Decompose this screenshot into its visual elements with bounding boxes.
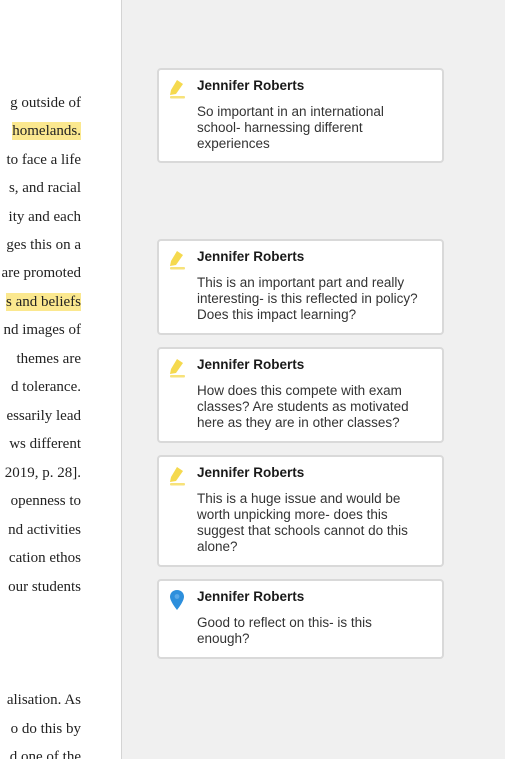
document-page: g outside of homelands. to face a life s… — [0, 0, 121, 759]
comment-card[interactable]: Jennifer Roberts This is an important pa… — [157, 239, 444, 335]
comment-card[interactable]: Jennifer Roberts So important in an inte… — [157, 68, 444, 163]
pencil-highlight-icon — [168, 357, 188, 379]
document-text-line: nd images of — [3, 322, 81, 338]
document-text-line: g outside of — [10, 95, 81, 111]
document-text-line: alisation. As — [6, 692, 81, 708]
map-pin-icon — [168, 589, 188, 611]
pencil-highlight-icon — [168, 249, 188, 271]
comment-card[interactable]: Jennifer Roberts Good to reflect on this… — [157, 579, 444, 659]
document-text-line: 2019, p. 28]. — [4, 465, 81, 481]
document-text-line: openness to — [10, 493, 81, 509]
document-text-line: cation ethos — [8, 550, 81, 566]
document-highlighted-text[interactable]: s and beliefs — [6, 293, 81, 311]
document-text-line: ws different — [9, 436, 81, 452]
comment-author: Jennifer Roberts — [197, 249, 305, 264]
comment-author: Jennifer Roberts — [197, 78, 305, 93]
comments-pane: Jennifer Roberts So important in an inte… — [122, 0, 505, 759]
comment-text: This is an important part and really int… — [197, 275, 418, 322]
document-text-line: themes are — [16, 351, 81, 367]
document-text-line: ity and each — [8, 209, 81, 225]
document-highlighted-text[interactable]: homelands. — [12, 122, 81, 140]
document-text-line: our students — [8, 579, 81, 595]
document-text-line: to face a life — [6, 152, 81, 168]
comment-card[interactable]: Jennifer Roberts How does this compete w… — [157, 347, 444, 443]
comment-author: Jennifer Roberts — [197, 589, 305, 604]
comment-text: Good to reflect on this- is this enough? — [197, 615, 372, 646]
pencil-highlight-icon — [168, 465, 188, 487]
document-text-line: o do this by — [10, 721, 81, 737]
document-text-line: s, and racial — [8, 180, 81, 196]
comment-card[interactable]: Jennifer Roberts This is a huge issue an… — [157, 455, 444, 567]
document-text-line: are promoted — [1, 265, 81, 281]
comment-author: Jennifer Roberts — [197, 465, 305, 480]
comment-text: This is a huge issue and would be worth … — [197, 491, 408, 554]
pencil-highlight-icon — [168, 78, 188, 100]
comment-text: So important in an international school-… — [197, 104, 384, 151]
comment-author: Jennifer Roberts — [197, 357, 305, 372]
comment-text: How does this compete with exam classes?… — [197, 383, 409, 430]
document-text-line: essarily lead — [6, 408, 81, 424]
document-text-line: d tolerance. — [11, 379, 81, 395]
document-text-line: nd activities — [8, 522, 81, 538]
document-text-line: ges this on a — [6, 237, 81, 253]
document-text-line: d one of the — [9, 749, 81, 759]
